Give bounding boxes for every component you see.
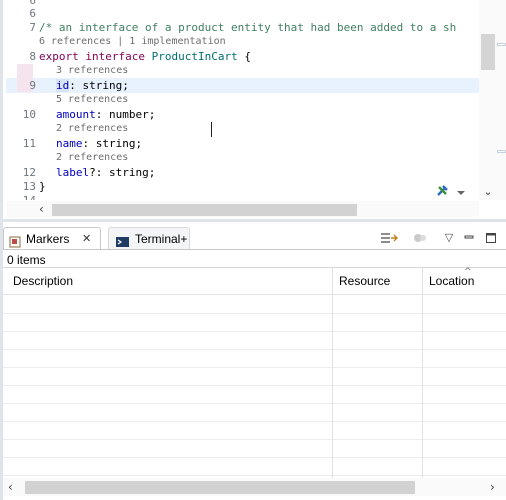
editor-vertical-scrollbar[interactable]: [479, 0, 506, 200]
tab-label: Terminal+: [135, 232, 188, 246]
code-area[interactable]: 6 6 7 8 9 10 11 12 13 14 /* an interface…: [6, 0, 479, 200]
codelens-references[interactable]: 5 references: [56, 93, 128, 107]
table-row[interactable]: [3, 296, 506, 314]
column-separator[interactable]: [332, 268, 333, 478]
scroll-left-arrow-icon[interactable]: ‹: [39, 202, 51, 216]
line-number: 8: [29, 50, 36, 63]
line-number: 11: [22, 137, 36, 150]
table-row[interactable]: [3, 350, 506, 368]
column-header-description[interactable]: Description: [13, 273, 73, 289]
line-number: 9: [29, 79, 36, 92]
column-header-resource[interactable]: Resource: [339, 273, 390, 289]
overview-ruler-mark[interactable]: [497, 150, 506, 153]
table-row[interactable]: [3, 332, 506, 350]
property-name: name: string;: [56, 137, 143, 150]
markers-horizontal-scroll-thumb[interactable]: [25, 481, 415, 494]
line-number: 14: [6, 194, 36, 200]
line-number: 10: [22, 108, 36, 121]
property-label: label?: string;: [56, 166, 156, 179]
table-row[interactable]: [3, 440, 506, 458]
codelens-references[interactable]: 2 references: [56, 151, 128, 165]
markers-icon: [9, 233, 22, 248]
table-row[interactable]: [3, 458, 506, 476]
interface-declaration: export interface ProductInCart {: [39, 50, 251, 63]
table-row[interactable]: [3, 404, 506, 422]
codelens-references[interactable]: 2 references: [56, 122, 128, 136]
overview-ruler-mark[interactable]: [497, 43, 506, 46]
close-icon[interactable]: ✕: [82, 228, 91, 250]
terminal-icon: [116, 233, 129, 247]
codelens-references[interactable]: 6 references | 1 implementation: [39, 35, 226, 49]
scroll-down-arrow-icon[interactable]: ⌄: [482, 186, 494, 198]
table-row[interactable]: [3, 386, 506, 404]
sort-ascending-icon: ^: [464, 267, 472, 277]
line-number: 12: [22, 166, 36, 179]
table-row[interactable]: [3, 314, 506, 332]
comment-line: /* an interface of a product entity that…: [39, 21, 457, 34]
line-number: 6: [29, 7, 36, 20]
filter-icon[interactable]: [380, 231, 398, 245]
line-number: 13: [22, 180, 36, 193]
view-menu-chevron-icon[interactable]: ▽: [443, 231, 455, 245]
closing-brace: }: [39, 180, 46, 193]
configure-columns-icon[interactable]: [412, 231, 428, 245]
maximize-icon[interactable]: [485, 231, 497, 245]
line-number: 7: [29, 21, 36, 34]
code-editor[interactable]: 6 6 7 8 9 10 11 12 13 14 /* an interface…: [0, 0, 506, 222]
tab-label: Markers: [26, 232, 70, 246]
items-count: 0 items: [7, 253, 46, 267]
table-row[interactable]: [3, 368, 506, 386]
editor-horizontal-scroll-thumb[interactable]: [52, 204, 357, 216]
mouse-ibeam-cursor: [211, 122, 212, 137]
table-row[interactable]: [3, 422, 506, 440]
scroll-left-arrow-icon[interactable]: ‹: [8, 479, 13, 495]
scroll-right-arrow-icon[interactable]: ›: [490, 479, 495, 495]
property-amount: amount: number;: [56, 108, 156, 121]
quick-assist-tools-icon[interactable]: [435, 182, 469, 200]
editor-vertical-scroll-thumb[interactable]: [481, 34, 495, 70]
tab-markers[interactable]: Markers ✕: [3, 227, 101, 249]
tab-terminal[interactable]: Terminal+: [108, 227, 190, 249]
minimize-icon[interactable]: [463, 231, 475, 245]
property-id: id: string;: [56, 79, 129, 92]
codelens-references[interactable]: 3 references: [56, 64, 128, 78]
column-separator[interactable]: [422, 268, 423, 478]
